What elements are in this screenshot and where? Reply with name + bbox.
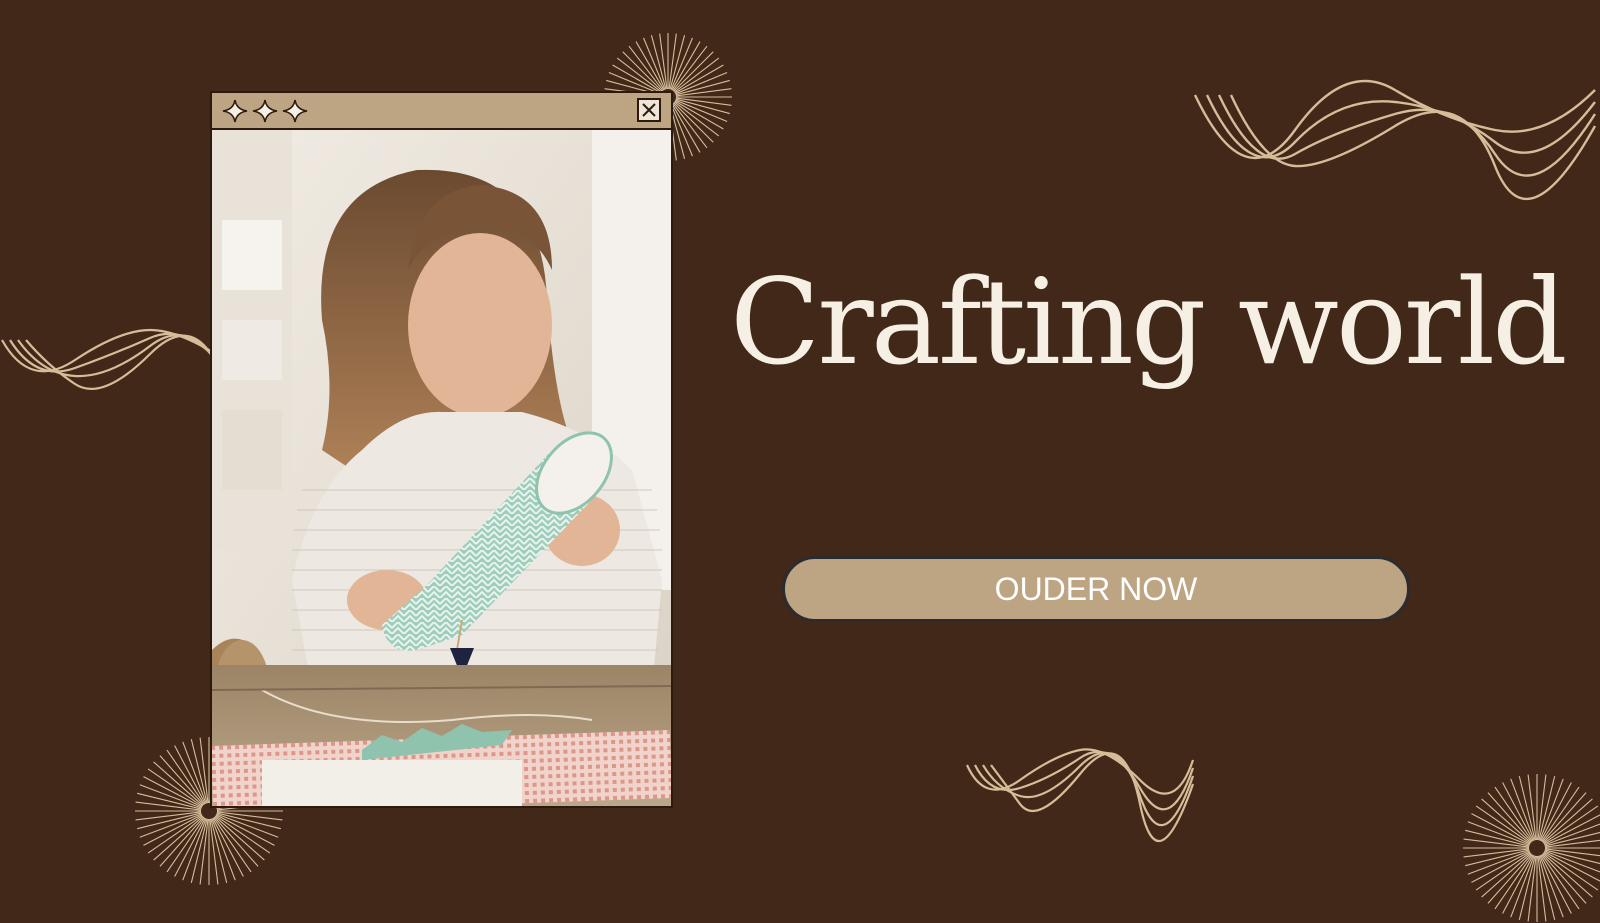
close-icon <box>642 103 656 117</box>
sunburst-bottom-right <box>1463 774 1600 922</box>
sparkle-icon <box>252 99 278 123</box>
sparkle-icon <box>282 99 308 123</box>
wave-top-right <box>1193 79 1597 201</box>
sparkle-icon <box>222 99 248 123</box>
photo-window <box>210 91 673 808</box>
crafting-photo <box>212 130 671 806</box>
window-title-icons <box>222 99 308 128</box>
page-title: Crafting world <box>730 253 1568 391</box>
wave-bottom <box>965 748 1195 843</box>
order-now-button[interactable]: OUDER NOW <box>782 556 1410 622</box>
close-button[interactable] <box>637 98 661 122</box>
window-titlebar <box>212 93 671 130</box>
